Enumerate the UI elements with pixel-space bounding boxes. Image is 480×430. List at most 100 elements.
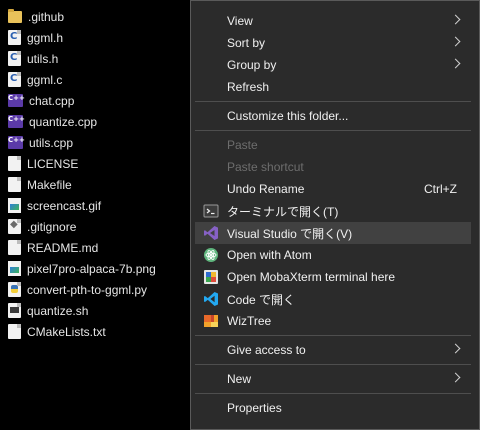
- menu-item-group-by[interactable]: Group by: [195, 54, 471, 76]
- document-icon: [8, 240, 21, 255]
- menu-item-wiztree[interactable]: WizTree: [195, 310, 471, 332]
- menu-item-open-mobaxterm[interactable]: Open MobaXterm terminal here: [195, 266, 471, 288]
- cpp-file-icon: [8, 115, 25, 128]
- menu-item-new[interactable]: New: [195, 368, 471, 390]
- c-header-file-icon: [8, 30, 21, 45]
- visual-studio-icon: [203, 225, 219, 241]
- menu-item-label: Visual Studio で開く(V): [227, 226, 353, 241]
- menu-item-paste: Paste: [195, 134, 471, 156]
- menu-item-label: Open MobaXterm terminal here: [227, 270, 396, 284]
- menu-item-open-terminal[interactable]: ターミナルで開く(T): [195, 200, 471, 222]
- menu-item-label: Code で開く: [227, 292, 296, 307]
- menu-item-label: Give access to: [227, 343, 306, 357]
- menu-item-sort-by[interactable]: Sort by: [195, 32, 471, 54]
- file-item-github[interactable]: .github: [8, 6, 186, 27]
- file-name: pixel7pro-alpaca-7b.png: [27, 261, 156, 276]
- file-item-cmakelists[interactable]: CMakeLists.txt: [8, 321, 186, 342]
- file-name: ggml.h: [27, 30, 64, 45]
- wiztree-icon: [203, 313, 219, 329]
- file-item-quantize-cpp[interactable]: quantize.cpp: [8, 111, 186, 132]
- file-item-ggml-c[interactable]: ggml.c: [8, 69, 186, 90]
- chevron-right-icon: [450, 343, 461, 354]
- file-item-utils-cpp[interactable]: utils.cpp: [8, 132, 186, 153]
- file-item-license[interactable]: LICENSE: [8, 153, 186, 174]
- menu-item-label: Group by: [227, 58, 277, 72]
- file-name: .gitignore: [27, 219, 77, 234]
- file-name: utils.h: [27, 51, 59, 66]
- file-item-chat-cpp[interactable]: chat.cpp: [8, 90, 186, 111]
- file-name: ggml.c: [27, 72, 63, 87]
- menu-item-label: View: [227, 14, 253, 28]
- menu-item-label: New: [227, 372, 252, 386]
- file-item-makefile[interactable]: Makefile: [8, 174, 186, 195]
- file-name: chat.cpp: [29, 93, 75, 108]
- menu-separator: [195, 393, 471, 394]
- git-file-icon: [8, 219, 21, 234]
- menu-item-label: WizTree: [227, 314, 272, 328]
- menu-item-label: Undo Rename: [227, 182, 305, 196]
- shell-script-icon: [8, 303, 21, 318]
- document-icon: [8, 177, 21, 192]
- menu-separator: [195, 364, 471, 365]
- vscode-icon: [203, 291, 219, 307]
- file-item-screencast-gif[interactable]: screencast.gif: [8, 195, 186, 216]
- atom-icon: [203, 247, 219, 263]
- file-item-ggml-h[interactable]: ggml.h: [8, 27, 186, 48]
- menu-item-label: ターミナルで開く(T): [227, 204, 339, 219]
- menu-item-label: Paste: [227, 138, 258, 152]
- document-icon: [8, 156, 21, 171]
- terminal-icon: [203, 203, 219, 219]
- image-file-icon: [8, 198, 21, 213]
- file-item-gitignore[interactable]: .gitignore: [8, 216, 186, 237]
- menu-item-label: Properties: [227, 401, 282, 415]
- file-item-utils-h[interactable]: utils.h: [8, 48, 186, 69]
- menu-item-view[interactable]: View: [195, 10, 471, 32]
- file-item-quantize-sh[interactable]: quantize.sh: [8, 300, 186, 321]
- menu-item-paste-shortcut: Paste shortcut: [195, 156, 471, 178]
- context-menu: View Sort by Group by Refresh Customize …: [190, 0, 480, 430]
- file-name: utils.cpp: [29, 135, 74, 150]
- document-icon: [8, 324, 21, 339]
- menu-item-open-code[interactable]: Code で開く: [195, 288, 471, 310]
- menu-item-properties[interactable]: Properties: [195, 397, 471, 419]
- file-name: quantize.cpp: [29, 114, 98, 129]
- python-file-icon: [8, 282, 21, 297]
- file-item-readme[interactable]: README.md: [8, 237, 186, 258]
- file-name: quantize.sh: [27, 303, 89, 318]
- file-item-pixel7pro-png[interactable]: pixel7pro-alpaca-7b.png: [8, 258, 186, 279]
- menu-item-undo-rename[interactable]: Undo Rename Ctrl+Z: [195, 178, 471, 200]
- menu-item-label: Open with Atom: [227, 248, 312, 262]
- menu-item-give-access[interactable]: Give access to: [195, 339, 471, 361]
- menu-item-refresh[interactable]: Refresh: [195, 76, 471, 98]
- shortcut-text: Ctrl+Z: [424, 182, 457, 196]
- menu-item-label: Refresh: [227, 80, 270, 94]
- menu-item-label: Paste shortcut: [227, 160, 304, 174]
- chevron-right-icon: [450, 372, 461, 383]
- chevron-right-icon: [450, 14, 461, 25]
- file-name: Makefile: [27, 177, 72, 192]
- cpp-file-icon: [8, 136, 25, 149]
- menu-item-open-atom[interactable]: Open with Atom: [195, 244, 471, 266]
- chevron-right-icon: [450, 58, 461, 69]
- menu-item-customize-folder[interactable]: Customize this folder...: [195, 105, 471, 127]
- chevron-right-icon: [450, 36, 461, 47]
- c-header-file-icon: [8, 51, 21, 66]
- file-name: .github: [28, 9, 65, 24]
- menu-separator: [195, 335, 471, 336]
- file-name: LICENSE: [27, 156, 79, 171]
- cpp-file-icon: [8, 94, 25, 107]
- menu-item-label: Sort by: [227, 36, 266, 50]
- menu-separator: [195, 130, 471, 131]
- menu-item-label: Customize this folder...: [227, 109, 349, 123]
- file-name: CMakeLists.txt: [27, 324, 106, 339]
- folder-icon: [8, 8, 22, 23]
- file-name: README.md: [27, 240, 99, 255]
- file-name: screencast.gif: [27, 198, 102, 213]
- menu-item-open-visual-studio[interactable]: Visual Studio で開く(V): [195, 222, 471, 244]
- mobaxterm-icon: [203, 269, 219, 285]
- image-file-icon: [8, 261, 21, 276]
- c-source-file-icon: [8, 72, 21, 87]
- menu-separator: [195, 101, 471, 102]
- file-item-convert-py[interactable]: convert-pth-to-ggml.py: [8, 279, 186, 300]
- file-name: convert-pth-to-ggml.py: [27, 282, 148, 297]
